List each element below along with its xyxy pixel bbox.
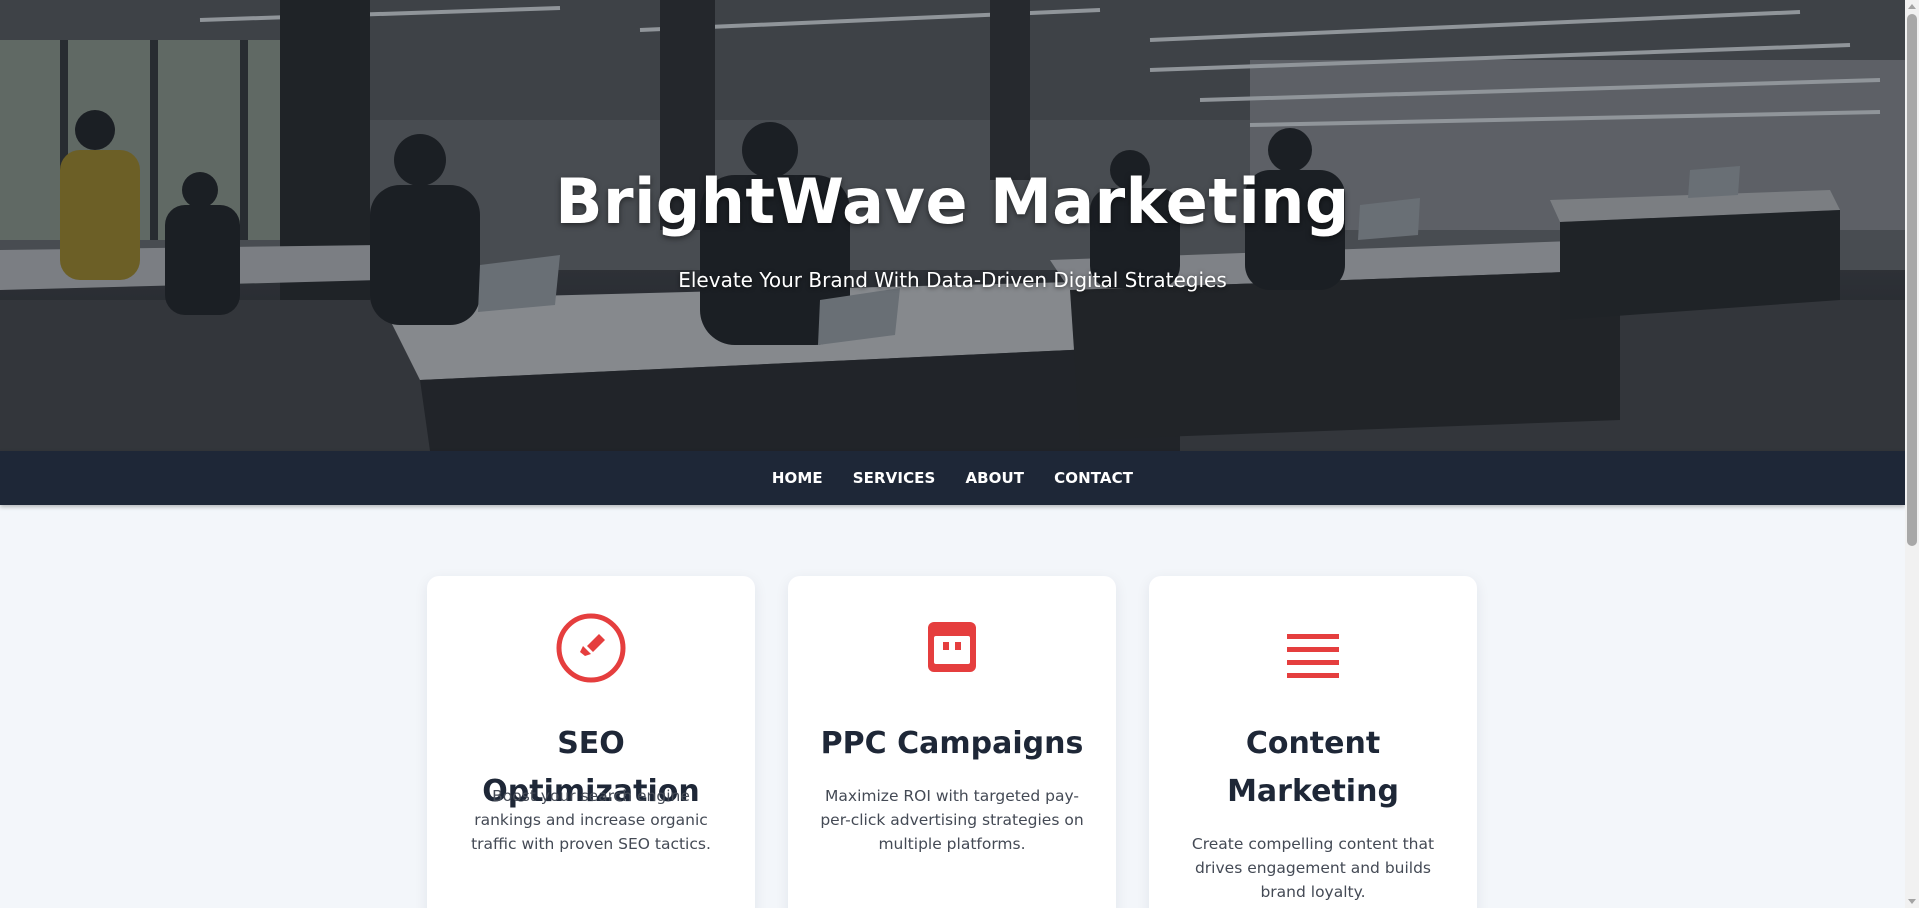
service-title: PPC Campaigns xyxy=(820,726,1084,761)
nav-home-link[interactable]: HOME xyxy=(772,469,823,487)
hero-subtitle: Elevate Your Brand With Data-Driven Digi… xyxy=(678,268,1227,292)
page: BrightWave Marketing Elevate Your Brand … xyxy=(0,0,1919,908)
service-card-ppc: PPC Campaigns Maximize ROI with targeted… xyxy=(788,576,1116,908)
service-card-seo: SEO Optimization Boost your search engin… xyxy=(427,576,755,908)
nav-contact-link[interactable]: CONTACT xyxy=(1054,469,1133,487)
service-description: Boost your search engine rankings and in… xyxy=(471,787,711,853)
scroll-down-arrow-icon[interactable] xyxy=(1908,899,1916,904)
text-lines-icon xyxy=(1149,634,1477,683)
compass-icon xyxy=(427,612,755,689)
service-description: Create compelling content that drives en… xyxy=(1191,835,1435,901)
main-nav: HOME SERVICES ABOUT CONTACT xyxy=(0,451,1905,505)
service-description: Maximize ROI with targeted pay-per-click… xyxy=(820,787,1084,853)
nav-about-link[interactable]: ABOUT xyxy=(965,469,1024,487)
page-scrollbar[interactable] xyxy=(1905,0,1919,908)
nav-services-link[interactable]: SERVICES xyxy=(853,469,936,487)
ad-window-icon xyxy=(788,622,1116,677)
service-card-content: Content Marketing Create compelling cont… xyxy=(1149,576,1477,908)
hero-banner: BrightWave Marketing Elevate Your Brand … xyxy=(0,0,1905,451)
scroll-up-arrow-icon[interactable] xyxy=(1908,4,1916,9)
scrollbar-thumb[interactable] xyxy=(1907,14,1917,546)
hero-title: BrightWave Marketing xyxy=(555,165,1350,238)
service-title: Content Marketing xyxy=(1227,726,1399,809)
